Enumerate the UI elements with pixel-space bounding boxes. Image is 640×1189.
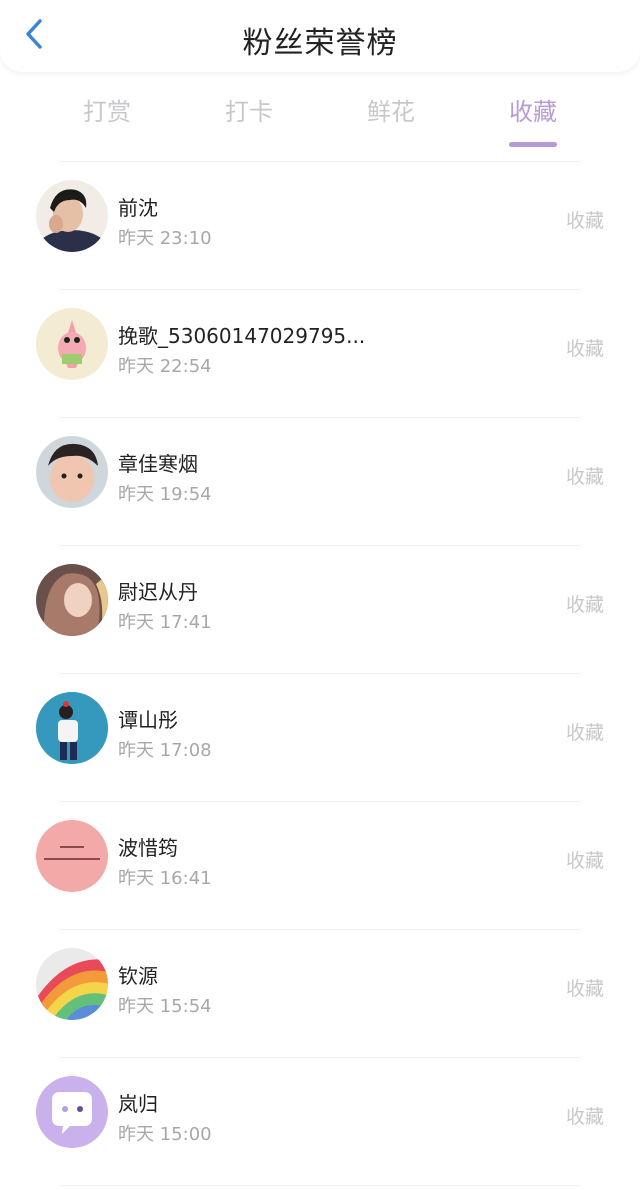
tab-bar: 打赏 打卡 鲜花 收藏 — [0, 84, 640, 148]
fan-name: 尉迟从丹 — [118, 580, 198, 604]
fan-time: 昨天 17:41 — [118, 612, 212, 633]
list-item[interactable]: 前沈 昨天 23:10 收藏 — [0, 162, 640, 290]
avatar[interactable] — [36, 1076, 108, 1148]
action-label: 收藏 — [565, 594, 604, 616]
fan-list: 前沈 昨天 23:10 收藏 挽歌_53060147029795... 昨天 2… — [0, 162, 640, 1186]
action-label: 收藏 — [565, 850, 604, 872]
action-label: 收藏 — [565, 978, 604, 1000]
fan-name: 挽歌_53060147029795... — [118, 324, 366, 348]
action-label: 收藏 — [565, 1106, 604, 1128]
list-item[interactable]: 尉迟从丹 昨天 17:41 收藏 — [0, 546, 640, 674]
avatar[interactable] — [36, 820, 108, 892]
list-item[interactable]: 岚归 昨天 15:00 收藏 — [0, 1058, 640, 1186]
avatar[interactable] — [36, 692, 108, 764]
fan-name: 钦源 — [118, 964, 158, 988]
avatar[interactable] — [36, 180, 108, 252]
active-tab-indicator — [509, 142, 557, 147]
list-item[interactable]: 谭山彤 昨天 17:08 收藏 — [0, 674, 640, 802]
fan-name: 岚归 — [118, 1092, 158, 1116]
fan-time: 昨天 22:54 — [118, 356, 212, 377]
tab-favorites[interactable]: 收藏 — [483, 92, 583, 147]
action-label: 收藏 — [565, 466, 604, 488]
list-item[interactable]: 章佳寒烟 昨天 19:54 收藏 — [0, 418, 640, 546]
avatar[interactable] — [36, 308, 108, 380]
page-title: 粉丝荣誉榜 — [242, 26, 398, 61]
list-item[interactable]: 钦源 昨天 15:54 收藏 — [0, 930, 640, 1058]
tab-flowers[interactable]: 鲜花 — [341, 92, 441, 127]
fan-time: 昨天 17:08 — [118, 740, 212, 761]
action-label: 收藏 — [565, 722, 604, 744]
fan-time: 昨天 15:00 — [118, 1124, 212, 1145]
action-label: 收藏 — [565, 338, 604, 360]
fan-time: 昨天 23:10 — [118, 228, 212, 249]
top-bar: 粉丝荣誉榜 — [0, 0, 640, 72]
fan-name: 前沈 — [118, 196, 158, 220]
action-label: 收藏 — [565, 210, 604, 232]
tab-checkin[interactable]: 打卡 — [199, 92, 299, 127]
avatar[interactable] — [36, 948, 108, 1020]
avatar[interactable] — [36, 564, 108, 636]
list-item[interactable]: 波惜筠 昨天 16:41 收藏 — [0, 802, 640, 930]
fan-time: 昨天 19:54 — [118, 484, 212, 505]
fan-name: 章佳寒烟 — [118, 452, 198, 476]
fan-name: 波惜筠 — [118, 836, 178, 860]
tab-favorites-label: 收藏 — [509, 98, 557, 126]
screen: 粉丝荣誉榜 打赏 打卡 鲜花 收藏 前沈 昨天 23:10 收藏 挽歌_5306… — [0, 0, 640, 1189]
fan-time: 昨天 16:41 — [118, 868, 212, 889]
fan-time: 昨天 15:54 — [118, 996, 212, 1017]
list-item[interactable]: 挽歌_53060147029795... 昨天 22:54 收藏 — [0, 290, 640, 418]
fan-name: 谭山彤 — [118, 708, 178, 732]
avatar[interactable] — [36, 436, 108, 508]
tab-tip[interactable]: 打赏 — [57, 92, 157, 127]
